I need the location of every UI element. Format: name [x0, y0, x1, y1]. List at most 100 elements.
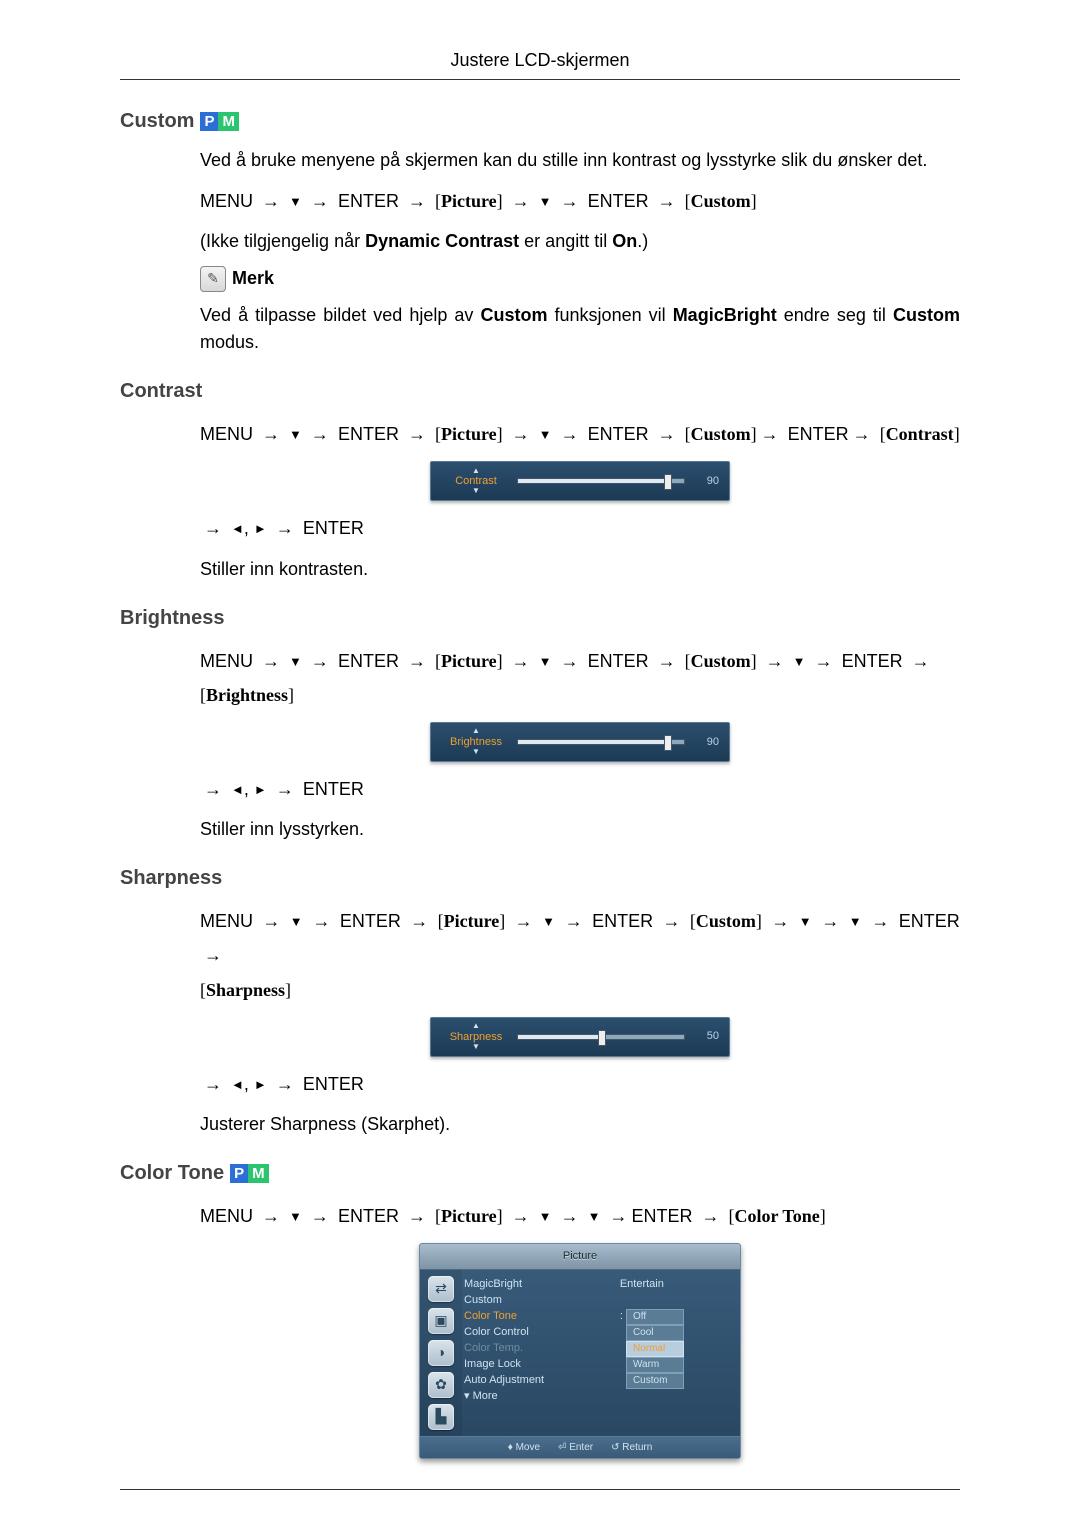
left-icon: ◄ — [231, 1077, 244, 1092]
arrow-icon: → — [408, 1199, 426, 1233]
nav-picture: Picture — [444, 911, 500, 931]
txt: Ved å tilpasse bildet ved hjelp av — [200, 305, 473, 325]
arrow-icon: → — [311, 417, 329, 451]
txt: On — [612, 231, 637, 251]
brightness-nav: MENU → ▼ → ENTER → [Picture] → ▼ → ENTER… — [200, 644, 960, 712]
bracket: [Sharpness] — [200, 980, 291, 1000]
osd-left-col: MagicBright Custom Color Tone Color Cont… — [464, 1276, 610, 1430]
custom-nav: MENU → ▼ → ENTER → [Picture] → ▼ → ENTER… — [200, 184, 960, 218]
contrast-desc: Stiller inn kontrasten. — [200, 556, 960, 583]
arrow-icon: → — [766, 644, 784, 678]
menu-item-selected: Color Tone — [464, 1308, 610, 1324]
menu-option-row: Custom — [620, 1372, 732, 1388]
sound-icon: ◑ — [428, 1340, 454, 1366]
down-icon: ▼ — [793, 653, 806, 668]
pm-m-icon: M — [218, 112, 239, 131]
nav-menu: MENU — [200, 424, 253, 444]
slider-label: Sharpness — [441, 1022, 511, 1052]
arrow-icon: → — [311, 644, 329, 678]
nav-menu: MENU — [200, 911, 253, 931]
down-icon: ▼ — [539, 653, 552, 668]
bracket: [Picture] — [435, 191, 503, 211]
pm-badge-icon: PM — [200, 112, 239, 131]
arrow-icon: → — [204, 772, 222, 806]
nav-picture: Picture — [441, 651, 497, 671]
bracket: [Picture] — [438, 911, 506, 931]
down-icon: ▼ — [588, 1209, 601, 1224]
nav-enter: ENTER — [631, 1206, 692, 1226]
osd-right-col: Entertain : Off Cool Normal Warm Custom — [620, 1276, 732, 1430]
section-title-custom: Custom PM — [120, 110, 960, 133]
contrast-adjust-nav: → ◄, ► → ENTER — [200, 511, 960, 545]
page: Justere LCD-skjermen Custom PM Ved å bru… — [0, 0, 1080, 1530]
note-label: Merk — [232, 265, 274, 292]
pm-p-icon: P — [230, 1164, 248, 1183]
arrow-icon: → — [658, 184, 676, 218]
arrow-icon: → — [311, 184, 329, 218]
down-icon: ▼ — [290, 914, 303, 929]
footer-return: ↺ Return — [611, 1440, 652, 1455]
slider-value: 90 — [691, 734, 719, 751]
nav-menu: MENU — [200, 191, 253, 211]
sharpness-nav: MENU → ▼ → ENTER → [Picture] → ▼ → ENTER… — [200, 904, 960, 1007]
txt: endre seg til — [784, 305, 886, 325]
down-icon: ▼ — [289, 427, 302, 442]
menu-item: Color Control — [464, 1324, 610, 1340]
nav-picture: Picture — [441, 191, 497, 211]
arrow-icon: → — [515, 904, 533, 938]
txt: Cus­tom — [893, 305, 960, 325]
slider-label: Contrast — [441, 467, 511, 497]
down-icon: ▼ — [289, 653, 302, 668]
nav-enter: ENTER — [899, 911, 960, 931]
arrow-icon: → — [561, 417, 579, 451]
bracket: [Custom] — [685, 424, 757, 444]
osd-slider-brightness: Brightness 90 — [430, 722, 730, 762]
slider-track — [517, 1034, 685, 1040]
arrow-icon: → — [561, 184, 579, 218]
right-icon: ► — [254, 782, 267, 797]
arrow-icon: → — [512, 644, 530, 678]
nav-enter: ENTER — [303, 1074, 364, 1094]
footer-enter: ⏎ Enter — [558, 1440, 593, 1455]
brightness-adjust-nav: → ◄, ► → ENTER — [200, 772, 960, 806]
title-text: Contrast — [120, 380, 202, 403]
arrow-icon: → — [561, 1199, 579, 1233]
arrow-icon: → — [512, 1199, 530, 1233]
title-text: Sharpness — [120, 867, 222, 890]
txt: (Ikke tilgjengelig når — [200, 231, 360, 251]
arrow-icon: → — [565, 904, 583, 938]
nav-sharpness: Sharpness — [206, 980, 285, 1000]
bracket: [Custom] — [685, 651, 757, 671]
down-icon: ▼ — [539, 194, 552, 209]
nav-custom: Custom — [691, 651, 751, 671]
setup-icon: ✿ — [428, 1372, 454, 1398]
nav-enter: ENTER — [588, 424, 649, 444]
title-text: Color Tone — [120, 1162, 224, 1185]
title-text: Custom — [120, 110, 194, 133]
arrow-icon: → — [312, 904, 330, 938]
nav-enter: ENTER — [788, 424, 849, 444]
comma: , — [244, 518, 249, 538]
menu-item-more: ▾ More — [464, 1388, 610, 1404]
arrow-icon: → — [815, 644, 833, 678]
nav-custom: Custom — [696, 911, 756, 931]
txt: modus. — [200, 332, 259, 352]
arrow-icon: → — [276, 772, 294, 806]
left-icon: ◄ — [231, 521, 244, 536]
option-custom: Custom — [626, 1373, 684, 1389]
bracket: [Custom] — [690, 911, 762, 931]
down-icon: ▼ — [539, 427, 552, 442]
arrow-icon: → — [276, 1067, 294, 1101]
arrow-icon: → — [410, 904, 428, 938]
arrow-icon: → — [702, 1199, 720, 1233]
nav-enter: ENTER — [588, 651, 649, 671]
footer-move: ♦ Move — [508, 1440, 540, 1455]
bracket: [Picture] — [435, 651, 503, 671]
arrow-icon: → — [262, 417, 280, 451]
nav-enter: ENTER — [338, 651, 399, 671]
txt: MagicBright — [673, 305, 777, 325]
nav-enter: ENTER — [303, 779, 364, 799]
down-icon: ▼ — [539, 1209, 552, 1224]
sharpness-desc: Justerer Sharpness (Skarphet). — [200, 1111, 960, 1138]
brightness-content: MENU → ▼ → ENTER → [Picture] → ▼ → ENTER… — [200, 644, 960, 844]
